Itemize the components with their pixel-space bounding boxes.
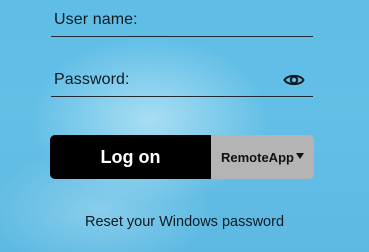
username-input[interactable] xyxy=(51,8,313,36)
mode-select-label: RemoteApp xyxy=(221,149,294,165)
reset-password-link[interactable]: Reset your Windows password xyxy=(0,214,369,230)
logon-button[interactable]: Log on xyxy=(50,135,211,179)
password-field[interactable]: Password: xyxy=(51,68,313,97)
triangle-down-icon xyxy=(296,153,304,159)
username-field[interactable]: User name: xyxy=(51,8,313,37)
logon-button-group: Log on RemoteApp xyxy=(50,135,314,179)
eye-icon xyxy=(283,74,305,86)
show-password-eye-icon[interactable] xyxy=(283,71,305,89)
remoteapp-mode-select[interactable]: RemoteApp xyxy=(211,135,314,179)
password-input[interactable] xyxy=(51,68,313,96)
